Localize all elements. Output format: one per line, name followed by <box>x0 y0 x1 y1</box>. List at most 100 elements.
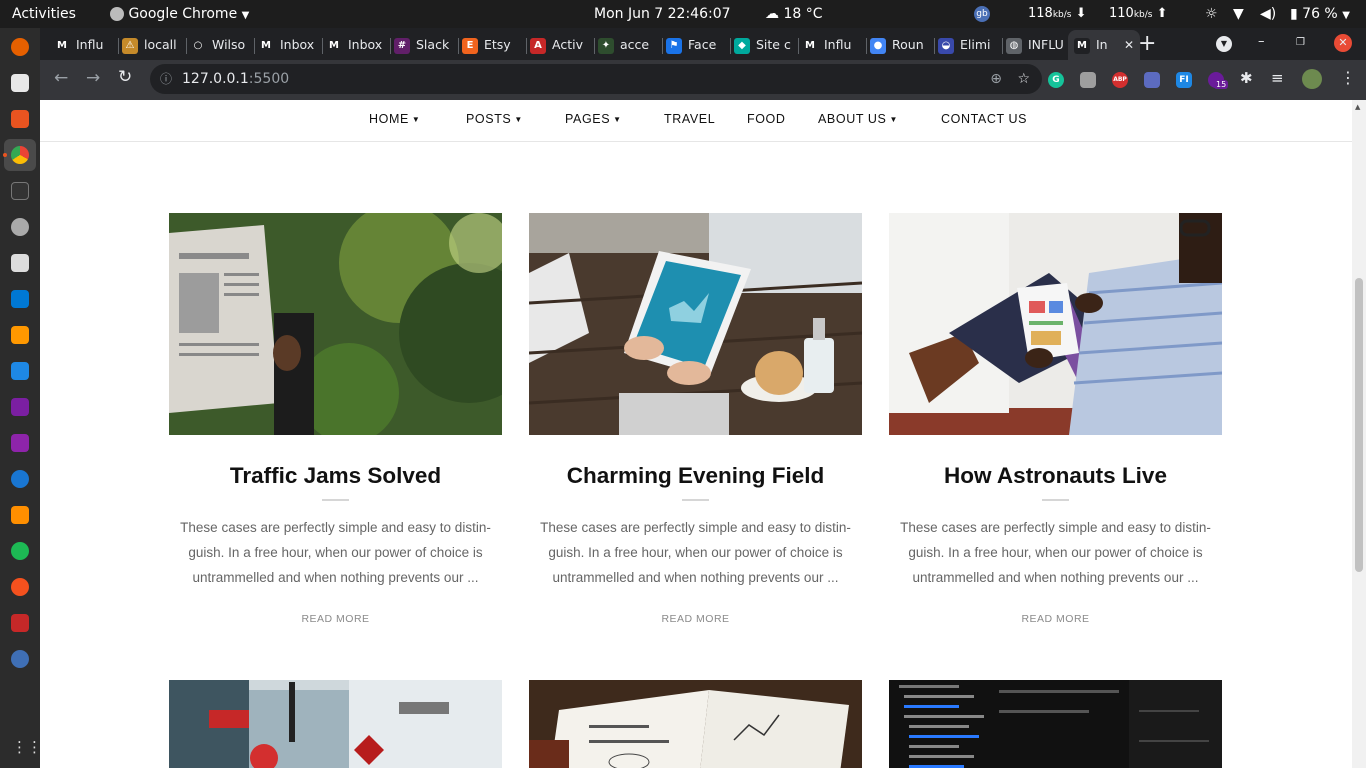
bookmark-star-icon[interactable]: ☆ <box>1017 64 1030 94</box>
post-image-city-street[interactable] <box>169 680 502 768</box>
browser-tab[interactable]: M Inbox <box>324 30 388 60</box>
weather-indicator[interactable]: ☁ 18 °C <box>765 0 823 28</box>
spotify-icon[interactable] <box>11 542 29 560</box>
postman-icon[interactable] <box>11 578 29 596</box>
browser-tab[interactable]: E Etsy <box>460 30 524 60</box>
nav-posts[interactable]: POSTS ▼ <box>466 112 523 126</box>
nav-posts-label: POSTS <box>466 112 512 126</box>
net-down-unit: kb/s <box>1052 10 1072 20</box>
tab-separator <box>594 38 595 54</box>
close-tab-icon[interactable]: ✕ <box>1124 30 1134 60</box>
photo-extension-icon[interactable] <box>1080 72 1096 88</box>
phpstorm-icon[interactable] <box>11 434 29 452</box>
browser-tab[interactable]: ✦ acce <box>596 30 660 60</box>
browser-tab[interactable]: ○ Wilso <box>188 30 252 60</box>
maximize-icon[interactable]: ❐ <box>1296 37 1305 48</box>
post-title[interactable]: How Astronauts Live <box>889 463 1222 489</box>
browser-tab[interactable]: ⚠ locall <box>120 30 184 60</box>
filezilla-icon[interactable] <box>11 614 29 632</box>
browser-tab[interactable]: M Influ <box>52 30 116 60</box>
firefox-icon[interactable] <box>11 38 29 56</box>
browser-tab[interactable]: ◒ Elimi <box>936 30 1000 60</box>
browser-tab[interactable]: M Inbox <box>256 30 320 60</box>
vlc-icon[interactable] <box>11 506 29 524</box>
nav-travel[interactable]: TRAVEL <box>664 112 715 126</box>
scroll-up-icon[interactable]: ▲ <box>1355 103 1360 111</box>
post-image-tablet-cafe[interactable] <box>529 213 862 435</box>
profile-avatar[interactable] <box>1302 69 1322 89</box>
settings-app-icon[interactable] <box>11 254 29 272</box>
browser-tab[interactable]: A Activ <box>528 30 592 60</box>
nav-about[interactable]: ABOUT US ▼ <box>818 112 898 126</box>
browser-tab[interactable]: ● Roun <box>868 30 932 60</box>
software-icon[interactable] <box>11 110 29 128</box>
post-title[interactable]: Charming Evening Field <box>529 463 862 489</box>
intellij-icon[interactable] <box>11 398 29 416</box>
brightness-icon[interactable]: ☼ <box>1205 0 1218 28</box>
zoom-icon[interactable]: ⊕ <box>990 64 1002 94</box>
read-more-link[interactable]: READ MORE <box>169 613 502 625</box>
browser-tab[interactable]: # Slack <box>392 30 456 60</box>
extensions-puzzle-icon[interactable]: ✱ <box>1240 69 1253 87</box>
nav-food[interactable]: FOOD <box>747 112 786 126</box>
nav-contact[interactable]: CONTACT US <box>941 112 1027 126</box>
reload-icon[interactable]: ↻ <box>118 67 132 87</box>
browser-tab[interactable]: ◆ Site c <box>732 30 796 60</box>
browser-tab[interactable]: ⚑ Face <box>664 30 728 60</box>
user-indicator[interactable]: gb <box>974 0 990 28</box>
page-viewport: HOME ▼ POSTS ▼ PAGES ▼ TRAVEL FOOD ABOUT US… <box>40 100 1352 768</box>
url-host: 127.0.0.1 <box>182 71 249 87</box>
chrome-menu-icon[interactable]: ⋮ <box>1340 68 1356 87</box>
back-icon[interactable]: ← <box>54 68 68 88</box>
thunderbird-icon[interactable] <box>11 470 29 488</box>
activities-button[interactable]: Activities <box>12 0 76 28</box>
scrollbar-thumb[interactable] <box>1355 278 1363 572</box>
post-image-notebook[interactable] <box>529 680 862 768</box>
tab-search-icon[interactable]: ▼ <box>1216 36 1232 52</box>
post-image-newspaper[interactable] <box>169 213 502 435</box>
volume-icon[interactable]: ◀) <box>1260 0 1276 28</box>
wifi-icon[interactable]: ▼ <box>1233 0 1244 28</box>
adblock-icon[interactable]: ABP <box>1112 72 1128 88</box>
grammarly-icon[interactable]: G <box>1048 72 1064 88</box>
terminal-icon[interactable] <box>11 182 29 200</box>
battery-percent: 76 % <box>1302 6 1338 22</box>
browser-tab[interactable]: M Influ <box>800 30 864 60</box>
reading-list-icon[interactable]: ≡ <box>1271 69 1284 87</box>
browser-tab[interactable]: ◍ INFLU <box>1004 30 1068 60</box>
post-title[interactable]: Traffic Jams Solved <box>169 463 502 489</box>
nav-pages[interactable]: PAGES ▼ <box>565 112 622 126</box>
chevron-down-icon: ▼ <box>411 115 421 124</box>
new-tab-icon[interactable]: + <box>1138 30 1156 58</box>
post-image-code-screen[interactable] <box>889 680 1222 768</box>
tab-label: Inbox <box>280 37 315 52</box>
window-close-icon[interactable]: ✕ <box>1334 34 1352 52</box>
tab-separator <box>186 38 187 54</box>
clock[interactable]: Mon Jun 7 22:46:07 <box>594 0 731 28</box>
vscode-icon[interactable] <box>11 290 29 308</box>
address-bar[interactable]: ⓘ 127.0.0.1:5500 ⊕ ☆ <box>150 64 1042 94</box>
code-screen-photo <box>889 680 1222 768</box>
webstorm-icon[interactable] <box>11 362 29 380</box>
forward-icon[interactable]: → <box>86 68 100 88</box>
read-more-link[interactable]: READ MORE <box>529 613 862 625</box>
chevron-down-icon: ▼ <box>889 115 899 124</box>
battery-indicator[interactable]: ▮ 76 % ▼ <box>1290 0 1350 28</box>
account-icon[interactable] <box>11 650 29 668</box>
chrome-icon[interactable] <box>11 146 29 164</box>
page-scrollbar[interactable]: ▲ <box>1352 100 1366 768</box>
weather-temp: 18 °C <box>783 6 823 22</box>
post-image-man-tablet[interactable] <box>889 213 1222 435</box>
sublime-icon[interactable] <box>11 326 29 344</box>
app-menu[interactable]: Google Chrome ▼ <box>110 0 249 28</box>
battery-icon: ▮ <box>1290 6 1298 22</box>
files-icon[interactable] <box>11 74 29 92</box>
minimize-icon[interactable]: – <box>1258 34 1265 49</box>
browser-tab[interactable]: M In ✕ <box>1068 30 1140 60</box>
obs-icon[interactable] <box>11 218 29 236</box>
fi-extension-icon[interactable]: FI <box>1176 72 1192 88</box>
diamond-icon: ◆ <box>734 37 750 54</box>
read-more-link[interactable]: READ MORE <box>889 613 1222 625</box>
video-extension-icon[interactable] <box>1144 72 1160 88</box>
nav-home[interactable]: HOME ▼ <box>369 112 420 126</box>
